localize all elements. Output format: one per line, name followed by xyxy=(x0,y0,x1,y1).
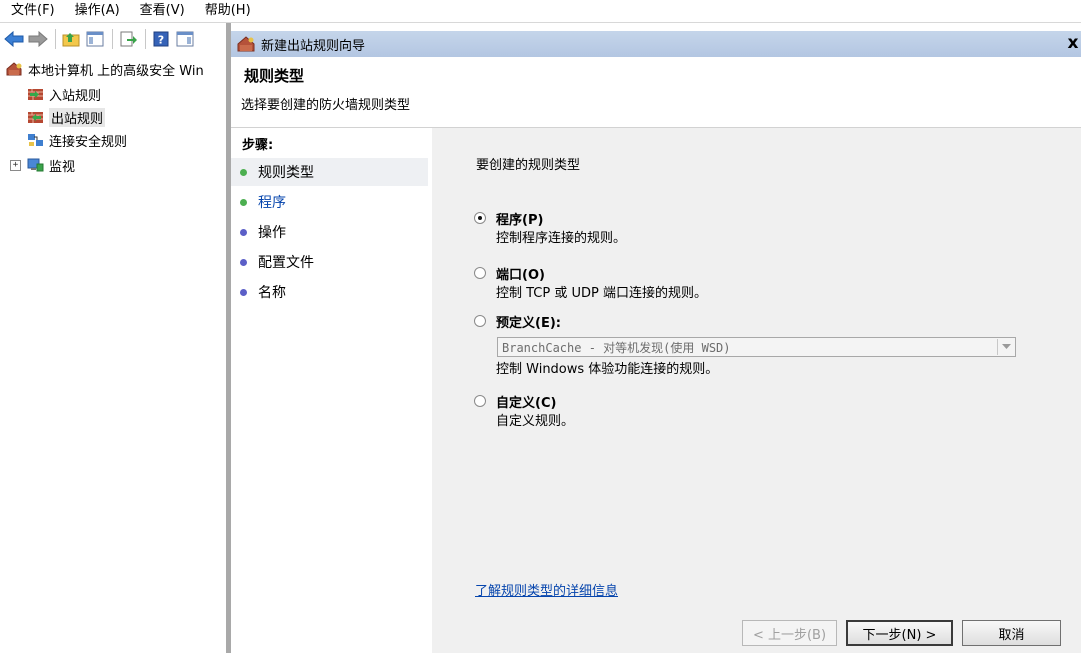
wizard-content: 要创建的规则类型 程序(P) 控制程序连接的规则。 端口(O) 控制 TCP 或… xyxy=(432,128,1081,653)
expand-plus-icon[interactable]: + xyxy=(10,159,21,171)
svg-text:?: ? xyxy=(158,34,164,47)
learn-more-link[interactable]: 了解规则类型的详细信息 xyxy=(475,580,618,599)
toolbar-separator xyxy=(55,29,56,49)
page-subtitle: 选择要创建的防火墙规则类型 xyxy=(241,98,411,113)
wizard-header: 规则类型 选择要创建的防火墙规则类型 xyxy=(231,57,1081,128)
close-button[interactable]: x xyxy=(1065,32,1081,54)
menu-view[interactable]: 查看(V) xyxy=(129,1,194,21)
option-label: 程序(P) xyxy=(496,213,544,228)
up-folder-icon[interactable] xyxy=(60,28,82,50)
radio-program[interactable] xyxy=(474,212,486,224)
toolbar-separator xyxy=(112,29,113,49)
select-value: BranchCache - 对等机发现(使用 WSD) xyxy=(502,340,731,355)
tree-item-connection-security-rules[interactable]: 连接安全规则 xyxy=(27,130,127,150)
option-label: 预定义(E): xyxy=(496,316,561,331)
step-status-dot xyxy=(240,258,247,266)
step-action[interactable]: 操作 xyxy=(231,218,428,246)
menu-help[interactable]: 帮助(H) xyxy=(194,1,260,21)
step-profile[interactable]: 配置文件 xyxy=(231,248,428,276)
window-title: 新建出站规则向导 xyxy=(261,38,366,54)
monitoring-icon xyxy=(27,158,44,172)
cancel-button[interactable]: 取消 xyxy=(962,620,1061,646)
inbound-rules-icon xyxy=(28,89,43,100)
option-description: 控制 TCP 或 UDP 端口连接的规则。 xyxy=(496,286,707,301)
step-name[interactable]: 名称 xyxy=(231,278,428,306)
option-description: 控制 Windows 体验功能连接的规则。 xyxy=(496,362,719,377)
connection-security-icon xyxy=(28,134,43,146)
page-title: 规则类型 xyxy=(244,67,305,85)
steps-title: 步骤: xyxy=(242,138,274,153)
tree-item-inbound-rules[interactable]: 入站规则 xyxy=(27,84,101,104)
step-status-dot xyxy=(240,168,247,176)
radio-custom[interactable] xyxy=(474,395,486,407)
outbound-rules-icon xyxy=(28,112,43,123)
menu-bar: 文件(F) 操作(A) 查看(V) 帮助(H) xyxy=(0,0,1081,23)
show-hide-tree-icon[interactable] xyxy=(84,28,106,50)
wizard-titlebar[interactable]: 新建出站规则向导 x xyxy=(231,31,1081,57)
menu-action[interactable]: 操作(A) xyxy=(64,1,129,21)
next-button[interactable]: 下一步(N) > xyxy=(846,620,953,646)
console-tree: 本地计算机 上的高级安全 Win 入站规则 出站规则 连接安全规则 + 监视 xyxy=(0,55,226,653)
option-label: 端口(O) xyxy=(496,268,545,283)
chevron-down-icon[interactable] xyxy=(997,339,1014,355)
export-list-icon[interactable] xyxy=(117,28,139,50)
tree-item-outbound-rules[interactable]: 出站规则 xyxy=(27,107,106,127)
option-label: 自定义(C) xyxy=(496,396,557,411)
toolbar-separator xyxy=(145,29,146,49)
step-status-dot xyxy=(240,288,247,296)
tree-root[interactable]: 本地计算机 上的高级安全 Win xyxy=(6,59,204,79)
help-icon[interactable]: ? xyxy=(150,28,172,50)
firewall-house-icon xyxy=(237,36,255,52)
back-arrow-icon[interactable] xyxy=(3,28,25,50)
predefined-rule-select[interactable]: BranchCache - 对等机发现(使用 WSD) xyxy=(497,337,1016,357)
back-button[interactable]: < 上一步(B) xyxy=(742,620,837,646)
radio-port[interactable] xyxy=(474,267,486,279)
radio-predefined[interactable] xyxy=(474,315,486,327)
toolbar: ? xyxy=(0,23,230,55)
show-action-pane-icon[interactable] xyxy=(174,28,196,50)
tree-item-monitoring[interactable]: + 监视 xyxy=(10,155,75,175)
option-description: 自定义规则。 xyxy=(496,414,575,429)
new-outbound-rule-wizard: 新建出站规则向导 x 规则类型 选择要创建的防火墙规则类型 步骤: 规则类型 程… xyxy=(231,31,1081,653)
firewall-house-icon xyxy=(6,62,22,76)
step-status-dot xyxy=(240,198,247,206)
option-description: 控制程序连接的规则。 xyxy=(496,231,627,246)
content-heading: 要创建的规则类型 xyxy=(476,158,581,173)
step-rule-type[interactable]: 规则类型 xyxy=(231,158,428,186)
steps-panel: 步骤: 规则类型 程序 操作 配置文件 名称 xyxy=(231,128,432,653)
forward-arrow-icon[interactable] xyxy=(27,28,49,50)
step-status-dot xyxy=(240,228,247,236)
step-program[interactable]: 程序 xyxy=(231,188,428,216)
menu-file[interactable]: 文件(F) xyxy=(0,1,64,21)
